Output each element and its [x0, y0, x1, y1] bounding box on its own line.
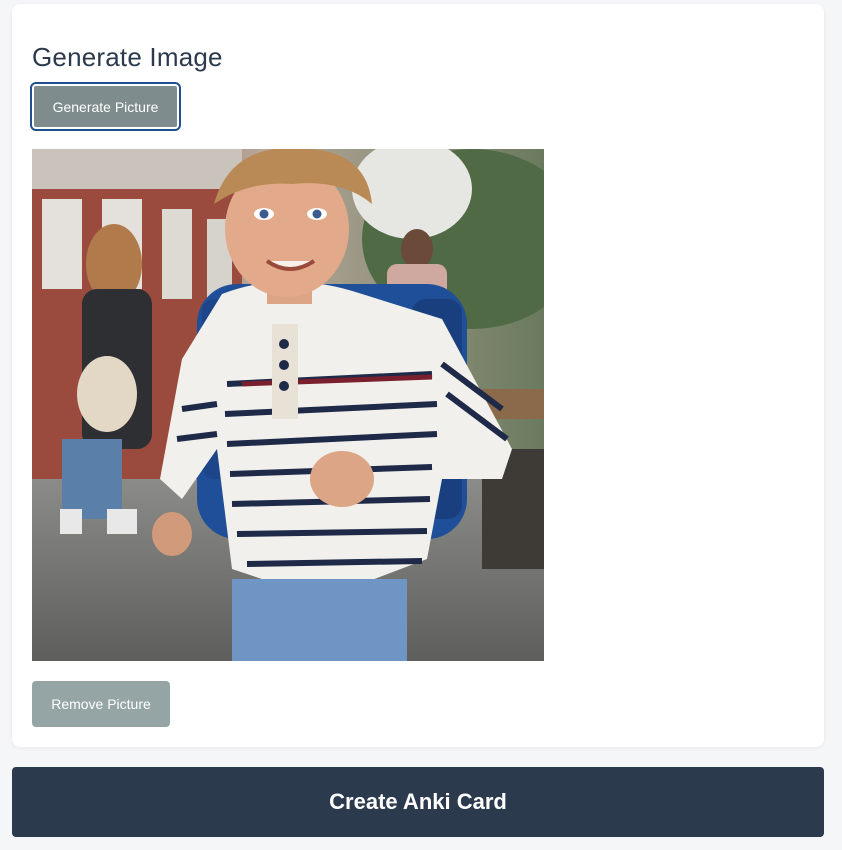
create-anki-card-button[interactable]: Create Anki Card — [12, 767, 824, 837]
generate-picture-button[interactable]: Generate Picture — [30, 82, 181, 131]
section-title: Generate Image — [32, 42, 223, 72]
remove-picture-button[interactable]: Remove Picture — [32, 681, 170, 727]
image-section-card: Generate Image Generate Picture Remove P… — [12, 4, 824, 747]
generated-picture-illustration — [32, 149, 544, 661]
generated-picture — [32, 149, 544, 661]
